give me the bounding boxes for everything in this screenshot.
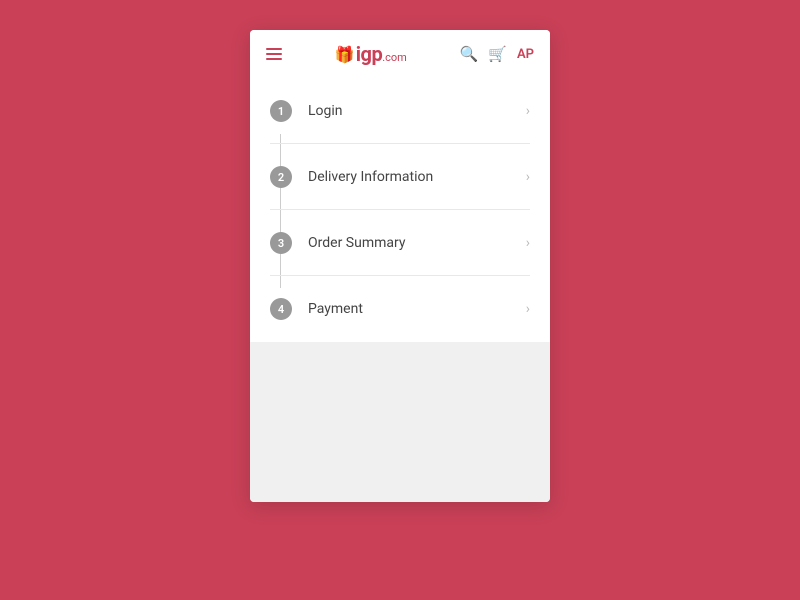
header-left	[266, 48, 282, 60]
step-number-3: 3	[270, 232, 292, 254]
step-label-login: Login	[308, 103, 343, 119]
logo-brand-text: igp	[356, 42, 382, 66]
step-label-payment: Payment	[308, 301, 363, 317]
header: 🎁 igp .com 🔍 🛒 AP	[250, 30, 550, 78]
step-payment[interactable]: 4 Payment ›	[250, 276, 550, 342]
header-right: 🔍 🛒 AP	[460, 45, 534, 63]
logo-com-text: .com	[382, 51, 407, 64]
menu-icon[interactable]	[266, 48, 282, 60]
chevron-right-icon-1: ›	[526, 103, 530, 119]
step-number-1: 1	[270, 100, 292, 122]
steps-container: 1 Login › 2 Delivery Information › 3 Ord…	[250, 78, 550, 342]
user-avatar[interactable]: AP	[517, 47, 534, 62]
step-label-delivery: Delivery Information	[308, 169, 433, 185]
step-login[interactable]: 1 Login ›	[250, 78, 550, 144]
step-label-order-summary: Order Summary	[308, 235, 405, 251]
step-order-summary[interactable]: 3 Order Summary ›	[250, 210, 550, 276]
step-delivery-information[interactable]: 2 Delivery Information ›	[250, 144, 550, 210]
chevron-right-icon-4: ›	[526, 301, 530, 317]
logo[interactable]: 🎁 igp .com	[335, 42, 407, 66]
bottom-section	[250, 342, 550, 502]
step-number-2: 2	[270, 166, 292, 188]
steps-wrapper: 1 Login › 2 Delivery Information › 3 Ord…	[250, 78, 550, 342]
step-number-4: 4	[270, 298, 292, 320]
search-icon[interactable]: 🔍	[460, 45, 479, 63]
phone-container: 🎁 igp .com 🔍 🛒 AP 1 Login › 2 Delivery I…	[250, 30, 550, 502]
logo-gift-icon: 🎁	[335, 45, 355, 64]
chevron-right-icon-3: ›	[526, 235, 530, 251]
chevron-right-icon-2: ›	[526, 169, 530, 185]
cart-icon[interactable]: 🛒	[488, 45, 507, 63]
